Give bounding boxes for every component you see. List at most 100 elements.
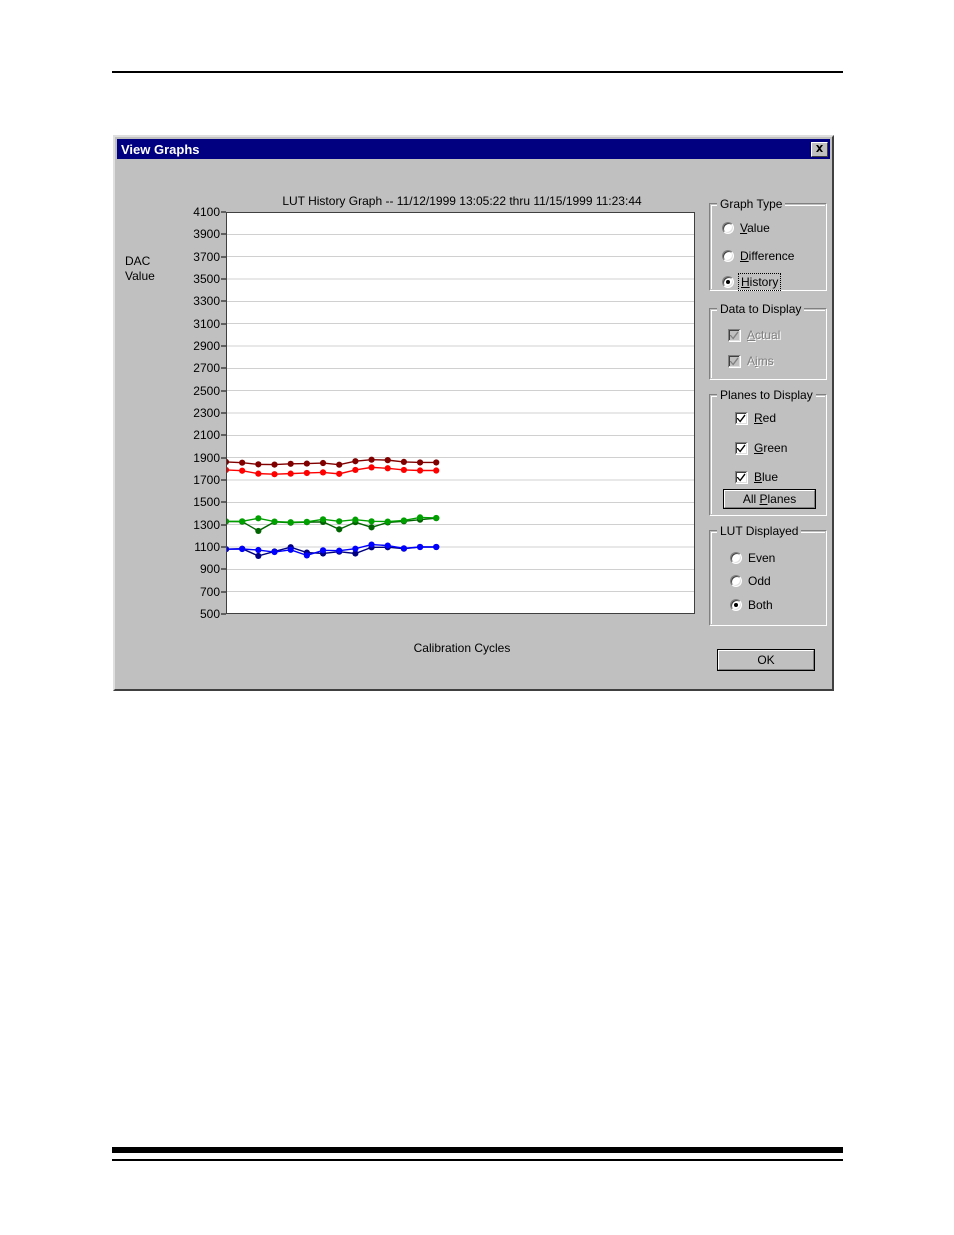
y-axis-tick-mark [221, 233, 226, 235]
radio-accel-difference: D [740, 249, 749, 263]
planes-to-display-group: Planes to Display Red Green Blue All P l… [709, 388, 827, 516]
dialog-title: View Graphs [121, 141, 200, 157]
graph-type-legend: Graph Type [717, 197, 786, 211]
checkbox-accel-actual: A [747, 328, 756, 342]
ok-button[interactable]: OK [717, 649, 815, 671]
y-axis-tick-label: 2900 [193, 339, 220, 353]
y-axis-tick-label: 3100 [193, 316, 220, 331]
radio-lut-odd[interactable]: Odd [730, 574, 771, 588]
radio-lut-even[interactable]: Even [730, 551, 775, 565]
radio-label-even: Even [748, 551, 776, 565]
radio-icon [722, 250, 734, 262]
radio-graph-type-value[interactable]: Value [722, 221, 770, 235]
checkbox-accel-red: R [754, 411, 763, 425]
radio-label-odd: Odd [748, 574, 771, 588]
y-axis-tick-mark [221, 524, 226, 526]
y-axis-tick-label: 2300 [193, 406, 220, 420]
radio-lut-both[interactable]: Both [730, 598, 773, 612]
checkbox-icon [735, 441, 748, 455]
radio-label-difference: ifference [748, 249, 795, 263]
controls-panel: Graph Type Value Difference History Data… [709, 181, 827, 681]
checkbox-plane-blue[interactable]: Blue [735, 470, 778, 484]
ok-button-label: OK [757, 653, 775, 667]
y-axis-tick-mark [221, 479, 226, 481]
y-axis-tick-label: 900 [199, 562, 220, 577]
y-axis-tick-mark [221, 457, 226, 459]
y-axis-tick-mark [221, 323, 226, 325]
y-axis-tick-mark [221, 300, 226, 302]
checkbox-label-aims-post: ms [757, 354, 774, 368]
y-axis-tick-label: 1700 [193, 473, 220, 487]
radio-icon [730, 552, 742, 564]
y-axis-tick-label: 4100 [193, 205, 220, 219]
y-axis-label-line2: Value [125, 269, 155, 283]
y-axis-tick-label: 3500 [193, 272, 220, 286]
y-axis-tick-label: 3900 [193, 227, 220, 242]
planes-to-display-legend: Planes to Display [717, 388, 816, 402]
y-axis-tick-mark [221, 591, 226, 593]
radio-label-both: Both [748, 598, 773, 612]
y-axis-tick-mark [221, 390, 226, 392]
y-axis-tick-label: 1100 [194, 540, 220, 554]
checkbox-accel-blue: B [754, 470, 763, 484]
y-axis-tick-mark [221, 613, 226, 615]
radio-graph-type-difference[interactable]: Difference [722, 249, 794, 263]
radio-graph-type-history[interactable]: History [722, 273, 782, 291]
checkbox-label-aims-pre: A [747, 354, 756, 368]
radio-label-value: alue [747, 221, 770, 235]
page-header-rule [112, 71, 843, 73]
radio-accel-history: H [741, 275, 750, 289]
view-graphs-dialog: View Graphs LUT History Graph -- 11/12/1… [113, 135, 834, 691]
all-planes-label-rest: lanes [767, 492, 797, 506]
dialog-body: LUT History Graph -- 11/12/1999 13:05:22… [117, 159, 830, 689]
data-to-display-group: Data to Display Actual Aims [709, 302, 827, 380]
checkbox-icon [728, 328, 741, 342]
radio-icon [730, 575, 742, 587]
y-axis-tick-label: 1500 [193, 495, 220, 510]
checkbox-label-red: ed [762, 411, 777, 425]
y-axis-tick-mark [221, 211, 226, 213]
y-axis-tick-label: 2500 [193, 383, 220, 398]
y-axis-tick-mark [221, 256, 226, 258]
lut-displayed-group: LUT Displayed Even Odd Both [709, 524, 827, 626]
y-axis-tick-mark [221, 546, 226, 548]
y-axis-tick-mark [221, 278, 226, 280]
data-to-display-legend: Data to Display [717, 302, 805, 316]
page-footer-rule-thin [112, 1159, 843, 1161]
checkbox-plane-red[interactable]: Red [735, 411, 776, 425]
checkbox-icon [735, 411, 748, 425]
y-axis-tick-mark [221, 434, 226, 436]
radio-icon [722, 222, 734, 234]
all-planes-button[interactable]: All Planes [723, 489, 816, 509]
y-axis-tick-label: 500 [199, 607, 220, 621]
radio-icon [730, 599, 742, 611]
page-footer-rule-thick [112, 1147, 843, 1153]
plot-area: 4100 3900 3700 3500 3300 3100 2900 2700 2500 2300… [193, 205, 695, 621]
chart-title: LUT History Graph -- 11/12/1999 13:05:22… [282, 194, 642, 208]
dialog-titlebar[interactable]: View Graphs [117, 139, 830, 159]
y-axis-tick-label: 700 [199, 584, 220, 599]
checkbox-icon [735, 470, 748, 484]
checkbox-accel-green: G [754, 441, 764, 455]
y-axis-tick-label: 1300 [193, 517, 220, 532]
y-axis-tick-label: 3300 [193, 294, 220, 309]
checkbox-data-actual: Actual [728, 328, 780, 342]
y-axis-tick-mark [221, 367, 226, 369]
chart-area: LUT History Graph -- 11/12/1999 13:05:22… [117, 159, 702, 689]
radio-icon [722, 276, 734, 288]
y-axis-tick-label: 1900 [193, 450, 220, 465]
graph-type-group: Graph Type Value Difference History [709, 197, 827, 291]
checkbox-data-aims: Aims [728, 354, 774, 368]
checkbox-plane-green[interactable]: Green [735, 441, 787, 455]
y-axis-tick-mark [221, 501, 226, 503]
y-axis-label: DAC Value [125, 254, 187, 284]
close-button[interactable] [811, 141, 828, 157]
y-axis-tick-mark [221, 412, 226, 414]
checkbox-label-blue: lue [762, 470, 779, 484]
y-axis-tick-label: 3700 [193, 249, 220, 264]
y-axis-tick-mark [221, 568, 226, 570]
y-axis-tick-mark [221, 345, 226, 347]
y-axis-tick-label: 2100 [193, 428, 220, 443]
lut-displayed-legend: LUT Displayed [717, 524, 802, 538]
x-axis-label: Calibration Cycles [413, 641, 511, 655]
